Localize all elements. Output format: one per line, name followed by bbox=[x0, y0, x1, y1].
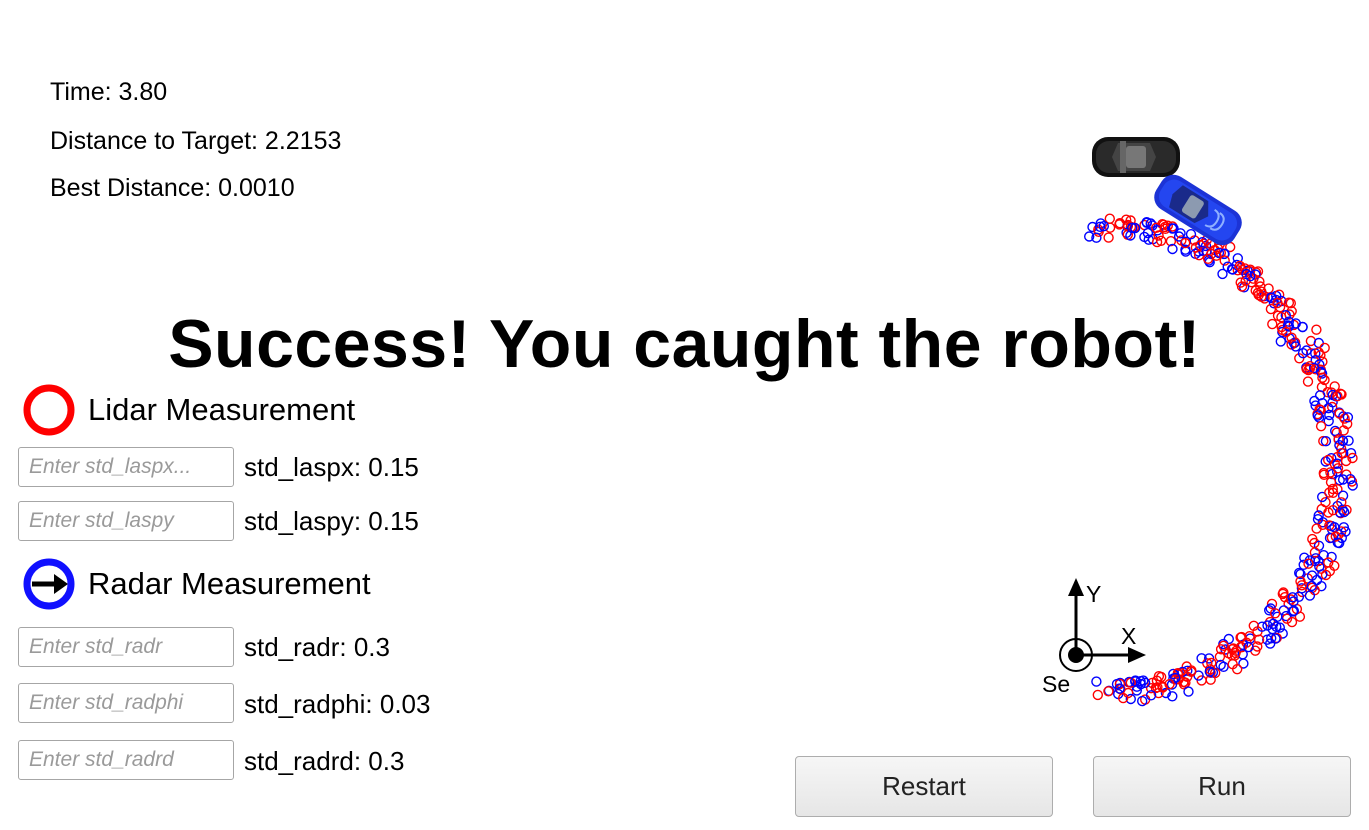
std-radrd-label: std_radrd: 0.3 bbox=[244, 746, 405, 776]
blue-ring-arrow-icon bbox=[23, 558, 75, 610]
measurement-marker bbox=[1315, 421, 1327, 432]
restart-button[interactable]: Restart bbox=[795, 756, 1053, 817]
red-ring-icon bbox=[23, 384, 75, 436]
y-axis-label: Y bbox=[1086, 581, 1101, 607]
std-laspx-label: std_laspx: 0.15 bbox=[244, 452, 419, 482]
measurement-marker bbox=[1104, 222, 1116, 233]
measurement-marker bbox=[1092, 689, 1104, 701]
measurement-marker bbox=[1103, 232, 1114, 243]
black-car-icon bbox=[1092, 137, 1180, 177]
measurement-marker bbox=[1103, 686, 1114, 697]
std-radphi-label: std_radphi: 0.03 bbox=[244, 689, 431, 719]
success-message: Success! You caught the robot! bbox=[168, 306, 1201, 382]
distance-to-target-readout: Distance to Target: 2.2153 bbox=[50, 127, 342, 155]
radar-legend: Radar Measurement bbox=[22, 557, 371, 611]
measurement-marker bbox=[1104, 213, 1116, 224]
std-laspy-label: std_laspy: 0.15 bbox=[244, 506, 419, 536]
best-distance-readout: Best Distance: 0.0010 bbox=[50, 174, 295, 202]
sensor-axes: Y X Se bbox=[1042, 578, 1146, 697]
time-readout: Time: 3.80 bbox=[50, 78, 168, 106]
lidar-legend: Lidar Measurement bbox=[22, 383, 355, 437]
x-axis-label: X bbox=[1121, 623, 1136, 649]
measurement-marker bbox=[1091, 676, 1102, 687]
std-radrd-input[interactable] bbox=[18, 740, 234, 780]
std-laspy-input[interactable] bbox=[18, 501, 234, 541]
measurement-marker bbox=[1136, 695, 1148, 707]
std-radr-label: std_radr: 0.3 bbox=[244, 632, 390, 662]
std-radphi-input[interactable] bbox=[18, 683, 234, 723]
measurement-marker bbox=[1316, 581, 1327, 592]
measurement-marker bbox=[1183, 686, 1194, 697]
measurement-marker bbox=[1322, 454, 1334, 466]
lidar-legend-label: Lidar Measurement bbox=[88, 392, 356, 427]
run-button[interactable]: Run bbox=[1093, 756, 1351, 817]
sensor-label: Se bbox=[1042, 671, 1070, 697]
std-radr-input[interactable] bbox=[18, 627, 234, 667]
radar-legend-label: Radar Measurement bbox=[88, 566, 371, 601]
std-laspx-input[interactable] bbox=[18, 447, 234, 487]
